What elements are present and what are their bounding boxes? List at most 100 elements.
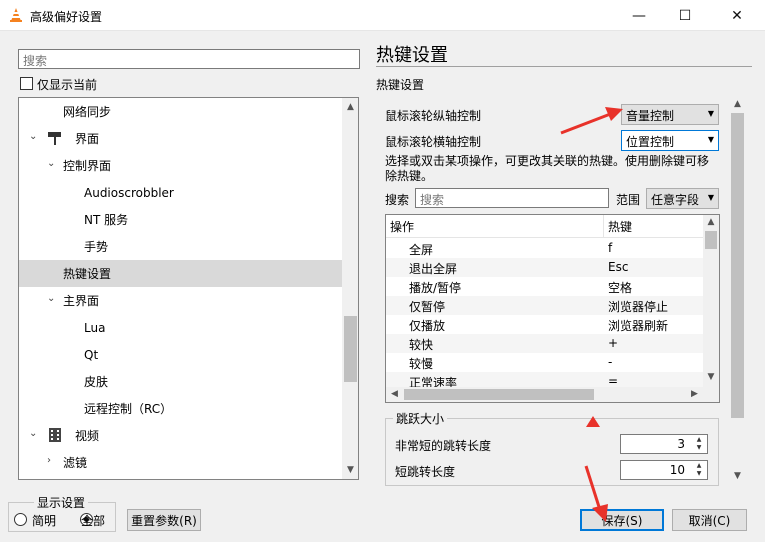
- chevron-down-icon: ▼: [707, 109, 714, 118]
- table-row[interactable]: 退出全屏 Esc: [386, 258, 704, 277]
- title-bar: 高级偏好设置 — ☐ ✕: [0, 0, 765, 31]
- table-scroll-down-icon[interactable]: ▼: [703, 372, 719, 382]
- tree-item[interactable]: 远程控制（RC）: [19, 395, 342, 422]
- table-scroll-right-icon[interactable]: ▶: [686, 389, 703, 399]
- very-short-jump-spinbox[interactable]: 3 ▲ ▼: [620, 434, 708, 454]
- tree-item-label: NT 服务: [84, 213, 129, 227]
- short-jump-spinbox[interactable]: 10 ▲ ▼: [620, 460, 708, 480]
- table-scroll-up-icon[interactable]: ▲: [703, 217, 719, 227]
- tree-item[interactable]: NT 服务: [19, 206, 342, 233]
- tree-item-label: 视频: [75, 429, 100, 443]
- chevron-down-icon[interactable]: ⌄: [29, 428, 37, 439]
- wheel-vertical-select[interactable]: 音量控制 ▼: [621, 104, 719, 125]
- table-row[interactable]: 全屏 f: [386, 239, 704, 258]
- show-current-checkbox[interactable]: [20, 77, 33, 90]
- scope-select[interactable]: 任意字段 ▼: [646, 188, 719, 209]
- tree-item[interactable]: 皮肤: [19, 368, 342, 395]
- tree-scroll-thumb[interactable]: [344, 316, 357, 382]
- short-jump-label: 短跳转长度: [395, 465, 456, 479]
- hotkey-cell: f: [608, 241, 613, 255]
- tree-item-label: 滤镜: [63, 456, 88, 470]
- minimize-icon: —: [632, 7, 646, 24]
- scope-value: 任意字段: [651, 193, 700, 207]
- tree-item[interactable]: Audioscrobbler: [19, 179, 342, 206]
- tree-scrollbar[interactable]: ▲ ▼: [342, 98, 358, 479]
- tree-item[interactable]: Lua: [19, 314, 342, 341]
- table-hscrollbar[interactable]: ◀ ▶: [386, 387, 719, 402]
- action-cell: 播放/暂停: [409, 281, 462, 295]
- scroll-down-icon[interactable]: ▼: [342, 465, 358, 475]
- reset-preferences-button[interactable]: 重置参数(R): [127, 509, 201, 531]
- hotkey-search-input[interactable]: 搜索: [415, 188, 609, 208]
- settings-scrollbar[interactable]: ▲ ▼: [729, 95, 746, 485]
- wheel-vertical-label: 鼠标滚轮纵轴控制: [385, 109, 482, 123]
- table-row[interactable]: 较快 +: [386, 334, 704, 353]
- hotkey-search-label: 搜索: [385, 193, 410, 207]
- settings-scroll-thumb[interactable]: [731, 113, 744, 418]
- chevron-down-icon[interactable]: ⌄: [47, 293, 55, 304]
- maximize-button[interactable]: ☐: [662, 0, 708, 31]
- simple-radio[interactable]: [14, 513, 27, 526]
- minimize-button[interactable]: —: [616, 0, 662, 31]
- tree-item[interactable]: 热键设置: [19, 260, 342, 287]
- window-title: 高级偏好设置: [30, 10, 103, 24]
- spin-down-icon[interactable]: ▼: [692, 470, 706, 478]
- action-cell: 退出全屏: [409, 262, 458, 276]
- simple-radio-label: 简明: [32, 514, 57, 528]
- display-settings-title: 显示设置: [34, 494, 89, 511]
- table-vscroll-thumb[interactable]: [705, 231, 717, 249]
- spin-down-icon[interactable]: ▼: [692, 444, 706, 452]
- table-vscrollbar[interactable]: ▲ ▼: [703, 215, 719, 387]
- action-cell: 较快: [409, 338, 434, 352]
- film-icon: [49, 428, 61, 442]
- settings-scroll-up-icon[interactable]: ▲: [729, 99, 746, 109]
- settings-scroll-down-icon[interactable]: ▼: [729, 471, 746, 481]
- action-cell: 仅播放: [409, 319, 446, 333]
- tree-item[interactable]: Qt: [19, 341, 342, 368]
- preferences-tree[interactable]: ▲ ▼ 网络同步 ⌄ 界面 ⌄ 控制界面 Audioscrobbler NT 服务 手势 热键设…: [18, 97, 359, 480]
- action-cell: 较慢: [409, 357, 434, 371]
- close-button[interactable]: ✕: [714, 0, 760, 31]
- scroll-up-icon[interactable]: ▲: [342, 102, 358, 112]
- tree-item-label: 控制界面: [63, 159, 112, 173]
- action-cell: 全屏: [409, 243, 434, 257]
- scope-label: 范围: [616, 193, 641, 207]
- chevron-right-icon[interactable]: ›: [47, 455, 51, 466]
- cancel-button[interactable]: 取消(C): [672, 509, 747, 531]
- hotkey-cell: 空格: [608, 281, 633, 295]
- column-header-action[interactable]: 操作: [386, 215, 604, 238]
- table-row[interactable]: 仅播放 浏览器刷新: [386, 315, 704, 334]
- tree-item[interactable]: 网络同步: [19, 98, 342, 125]
- spin-up-icon[interactable]: ▲: [692, 462, 706, 470]
- wheel-horizontal-value: 位置控制: [626, 135, 675, 149]
- very-short-jump-label: 非常短的跳转长度: [395, 439, 492, 453]
- chevron-down-icon: ▼: [707, 135, 714, 144]
- short-jump-value: 10: [669, 463, 685, 477]
- chevron-down-icon[interactable]: ⌄: [29, 131, 37, 142]
- table-row[interactable]: 仅暂停 浏览器停止: [386, 296, 704, 315]
- chevron-down-icon[interactable]: ⌄: [47, 158, 55, 169]
- tree-item[interactable]: 手势: [19, 233, 342, 260]
- spin-up-icon[interactable]: ▲: [692, 436, 706, 444]
- table-scroll-left-icon[interactable]: ◀: [386, 389, 403, 399]
- tree-item-label: Qt: [84, 347, 99, 362]
- save-button[interactable]: 保存(S): [580, 509, 664, 531]
- table-row[interactable]: 较慢 -: [386, 353, 704, 372]
- wheel-horizontal-select[interactable]: 位置控制 ▼: [621, 130, 719, 151]
- tree-item[interactable]: › 滤镜: [19, 449, 342, 476]
- close-icon: ✕: [731, 7, 743, 24]
- maximize-icon: ☐: [678, 7, 692, 24]
- column-header-hotkey[interactable]: 热键: [604, 215, 704, 238]
- tree-search-input[interactable]: 搜索: [18, 49, 360, 69]
- tree-item[interactable]: ⌄ 控制界面: [19, 152, 342, 179]
- table-hscroll-thumb[interactable]: [404, 389, 594, 400]
- hotkey-table[interactable]: 操作 热键 全屏 f 退出全屏 Esc 播放/暂停 空格 仅暂停 浏览器停止 仅播放 浏览器刷新较…: [385, 214, 720, 403]
- tree-item-label: 皮肤: [84, 375, 109, 389]
- hotkey-cell: 浏览器停止: [608, 300, 669, 314]
- tree-item[interactable]: ⌄ 视频: [19, 422, 342, 449]
- tree-item[interactable]: ⌄ 主界面: [19, 287, 342, 314]
- show-current-label: 仅显示当前: [37, 78, 98, 92]
- tree-item[interactable]: ⌄ 界面: [19, 125, 342, 152]
- table-row[interactable]: 播放/暂停 空格: [386, 277, 704, 296]
- tree-item-label: Audioscrobbler: [84, 185, 174, 200]
